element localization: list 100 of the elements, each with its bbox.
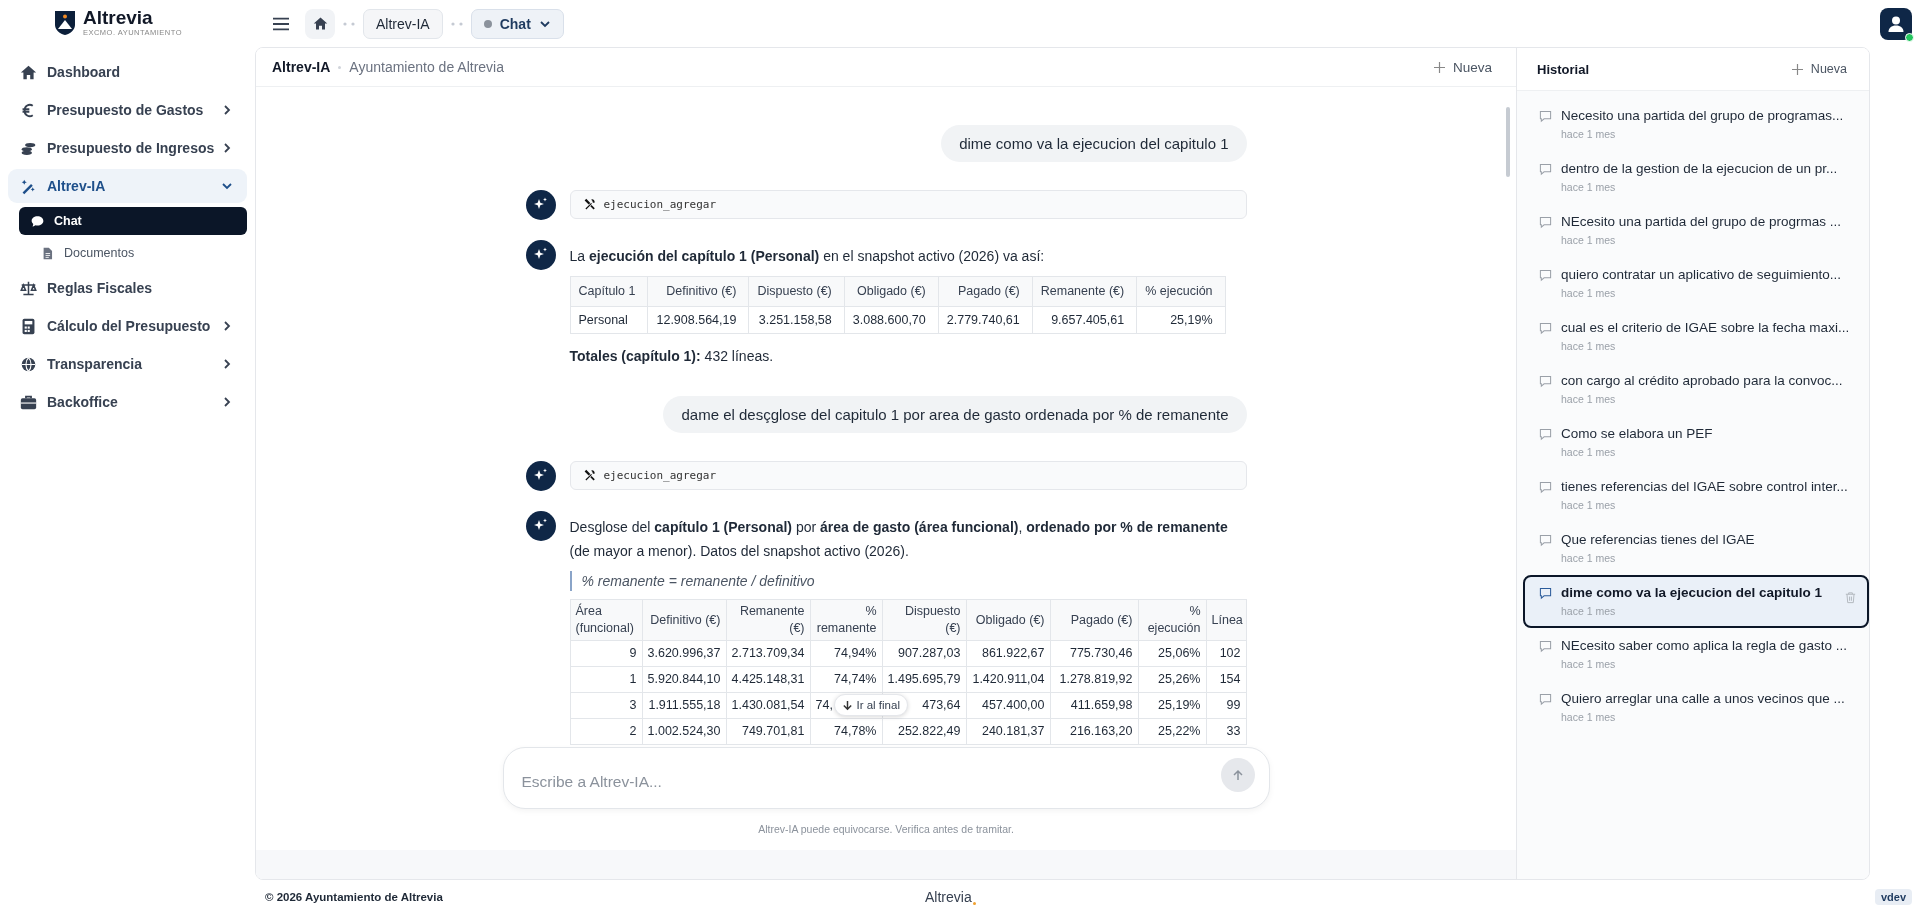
- new-chat-button[interactable]: Nueva: [1427, 55, 1498, 79]
- table-cell: 74,74%: [810, 666, 882, 693]
- column-header: Remanente (€): [1032, 276, 1137, 307]
- history-item[interactable]: Como se elabora un PEF hace 1 mes: [1523, 416, 1869, 469]
- nav-item[interactable]: Reglas Fiscales: [8, 271, 247, 305]
- speech-bubble-icon: [1539, 216, 1552, 229]
- table-cell: 2.779.740,61: [938, 306, 1033, 334]
- table-cell: 2: [570, 718, 642, 745]
- history-item[interactable]: con cargo al crédito aprobado para la convoc... hace 1 mes: [1523, 363, 1869, 416]
- table-cell: 1.495.695,79: [882, 666, 966, 693]
- history-item[interactable]: NEcesito saber como aplica la regla de gasto ... hace 1 mes: [1523, 628, 1869, 681]
- speech-bubble-icon: [31, 214, 44, 228]
- table-cell: 99: [1206, 692, 1246, 719]
- table-cell: 9: [570, 640, 642, 667]
- chevron-right-icon: [221, 358, 233, 370]
- column-header: % ejecución: [1136, 276, 1226, 307]
- disclaimer-text: Altrev-IA puede equivocarse. Verifica antes de tramitar.: [757, 823, 1015, 835]
- table-cell: 74,94%: [810, 640, 882, 667]
- speech-bubble-icon: [1539, 163, 1552, 176]
- table-cell: 1: [570, 666, 642, 693]
- new-conversation-button[interactable]: Nueva: [1785, 58, 1853, 80]
- menu-icon[interactable]: [273, 16, 289, 31]
- sparkle-avatar-icon: [525, 190, 556, 220]
- nav-item[interactable]: Transparencia: [8, 347, 247, 381]
- history-item[interactable]: dime como va la ejecucion del capitulo 1 hace 1 mes: [1523, 575, 1869, 628]
- column-header: Dispuesto (€): [882, 599, 966, 641]
- breadcrumb-link[interactable]: Altrev-IA: [363, 8, 443, 39]
- nav-subitem[interactable]: Chat: [19, 207, 247, 235]
- scroll-to-end-button[interactable]: Ir al final: [833, 694, 908, 716]
- table-cell: 749.701,81: [726, 718, 810, 745]
- nav-item[interactable]: Presupuesto de Gastos: [8, 93, 247, 127]
- table-cell: 861.922,67: [966, 640, 1050, 667]
- column-header: Obligado (€): [844, 276, 939, 307]
- table-cell: 252.822,49: [882, 718, 966, 745]
- home-button[interactable]: [305, 8, 335, 39]
- column-header: Remanente (€): [726, 599, 810, 641]
- history-item[interactable]: Que referencias tienes del IGAE hace 1 mes: [1523, 522, 1869, 575]
- table-cell: 25,26%: [1138, 666, 1206, 693]
- tool-call-chip: ejecucion_agregar: [569, 190, 1247, 219]
- speech-bubble-icon: [1539, 428, 1552, 441]
- message-field[interactable]: Escribe a Altrev-IA...: [502, 747, 1270, 809]
- tool-call-chip: ejecucion_agregar: [569, 461, 1247, 490]
- version-badge: vdev: [1874, 888, 1912, 905]
- sparkle-avatar-icon: [525, 511, 556, 541]
- table-cell: 102: [1206, 640, 1246, 667]
- calc-icon: [20, 317, 37, 335]
- dot-icon: [972, 901, 976, 905]
- column-header: Área (funcional): [570, 599, 642, 641]
- user-avatar[interactable]: [1880, 7, 1912, 40]
- arrow-up-icon: [1231, 769, 1244, 781]
- history-item[interactable]: dentro de la gestion de la ejecucion de un pr... hace 1 mes: [1523, 151, 1869, 204]
- nav-item[interactable]: Backoffice: [8, 385, 247, 419]
- table-cell: 33: [1206, 718, 1246, 745]
- assistant-text: La ejecución del capítulo 1 (Personal) en el snapshot activo (2026) va así:: [569, 247, 1046, 266]
- table-cell: 3.088.600,70: [844, 306, 939, 334]
- chevron-right-icon: [221, 142, 233, 154]
- nav-item[interactable]: Altrev-IA: [8, 169, 247, 203]
- table-cell: 907.287,03: [882, 640, 966, 667]
- shield-logo-icon: [52, 9, 77, 36]
- speech-bubble-icon: [1539, 534, 1552, 547]
- nav-subitem[interactable]: Documentos: [19, 239, 247, 267]
- home-icon: [20, 63, 37, 81]
- status-dot-icon: [483, 19, 492, 28]
- speech-bubble-icon: [1539, 375, 1552, 388]
- table-cell: 3: [570, 692, 642, 719]
- table-cell: 74,78%: [810, 718, 882, 745]
- plus-icon: [1791, 63, 1803, 75]
- table-cell: 240.181,37: [966, 718, 1050, 745]
- wand-icon: [20, 177, 37, 195]
- table-cell: 25,22%: [1138, 718, 1206, 745]
- copyright-text: © 2026 Ayuntamiento de Altrevia: [265, 890, 443, 903]
- column-header: Definitivo (€): [642, 599, 726, 641]
- history-item[interactable]: Quiero arreglar una calle a unos vecinos que ... hace 1 mes: [1523, 681, 1869, 734]
- history-item[interactable]: NEcesito una partida del grupo de progrmas ... hace 1 mes: [1523, 204, 1869, 257]
- table-cell: 1.430.081,54: [726, 692, 810, 719]
- history-item[interactable]: quiero contratar un aplicativo de seguimiento... hace 1 mes: [1523, 257, 1869, 310]
- column-header: Pagado (€): [938, 276, 1033, 307]
- brand-name: Altrevia: [82, 8, 154, 28]
- chevron-down-icon: [221, 180, 233, 192]
- history-title: Historial: [1537, 61, 1589, 77]
- table-cell: 1.420.911,04: [966, 666, 1050, 693]
- speech-bubble-icon: [1539, 481, 1552, 494]
- nav-item[interactable]: Dashboard: [8, 55, 247, 89]
- tools-icon: [582, 469, 596, 482]
- user-message: dame el desçglose del capitulo 1 por area de gasto ordenada por % de remanente: [663, 396, 1247, 433]
- column-header: Definitivo (€): [648, 276, 749, 307]
- nav-item[interactable]: Cálculo del Presupuesto: [8, 309, 247, 343]
- history-item[interactable]: Necesito una partida del grupo de programas... hace 1 mes: [1523, 98, 1869, 151]
- message-input[interactable]: Escribe a Altrev-IA...: [519, 764, 1221, 792]
- assistant-text: Totales (capítulo 1): 432 líneas.: [569, 347, 775, 366]
- breadcrumb-dropdown[interactable]: Chat: [470, 8, 564, 39]
- chevron-right-icon: [221, 396, 233, 408]
- nav-item[interactable]: Presupuesto de Ingresos: [8, 131, 247, 165]
- table-cell: 25,19%: [1138, 692, 1206, 719]
- history-item[interactable]: cual es el criterio de IGAE sobre la fecha maxi... hace 1 mes: [1523, 310, 1869, 363]
- table-cell: 12.908.564,19: [648, 306, 749, 334]
- speech-bubble-icon: [1539, 110, 1552, 123]
- history-item[interactable]: tienes referencias del IGAE sobre control inter... hace 1 mes: [1523, 469, 1869, 522]
- table-cell: 1.002.524,30: [642, 718, 726, 745]
- home-icon: [312, 16, 328, 31]
